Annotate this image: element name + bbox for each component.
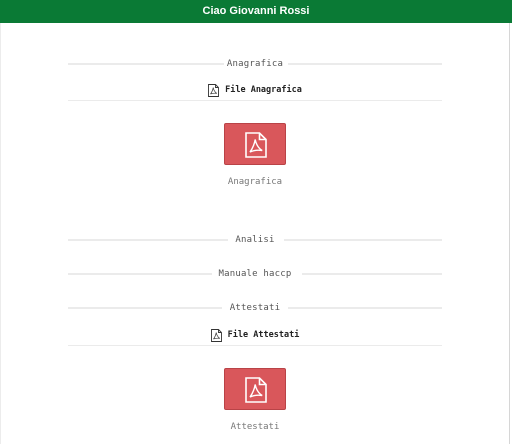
separator	[68, 100, 442, 101]
pdf-document-button-attestati[interactable]	[224, 368, 286, 410]
document-caption: Anagrafica	[227, 177, 283, 187]
section-title: Analisi	[235, 235, 275, 245]
file-link-anagrafica[interactable]: File Anagrafica	[68, 83, 442, 97]
pdf-file-icon	[208, 83, 220, 97]
greeting-text: Ciao Giovanni Rossi	[202, 5, 310, 17]
pdf-icon	[245, 377, 267, 403]
pdf-icon	[245, 132, 267, 158]
separator	[68, 345, 442, 346]
section-divider-analisi: Analisi	[68, 234, 442, 246]
file-link-label: File Attestati	[227, 330, 300, 340]
section-divider-attestati: Attestati	[68, 302, 442, 314]
pdf-file-icon	[210, 328, 222, 342]
section-title: Manuale haccp	[218, 269, 292, 279]
header-bar: Ciao Giovanni Rossi	[0, 0, 512, 23]
pdf-document-button-anagrafica[interactable]	[224, 123, 286, 165]
file-link-label: File Anagrafica	[225, 85, 302, 95]
section-divider-manuale-haccp: Manuale haccp	[68, 268, 442, 280]
section-title: Anagrafica	[226, 59, 284, 69]
section-divider-anagrafica: Anagrafica	[68, 58, 442, 70]
section-title: Attestati	[229, 303, 281, 313]
document-caption: Attestati	[230, 422, 280, 432]
file-link-attestati[interactable]: File Attestati	[68, 328, 442, 342]
